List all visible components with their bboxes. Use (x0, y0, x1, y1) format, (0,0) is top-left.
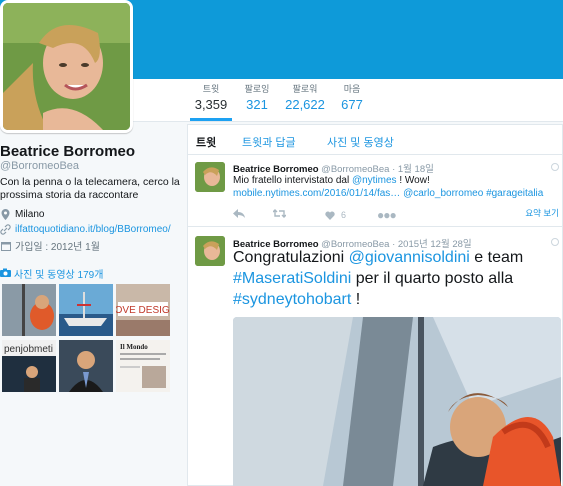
retweet-icon[interactable] (272, 209, 325, 221)
thumb-caption: LOVE DESIGN (116, 305, 170, 316)
profile-name[interactable]: Beatrice Borromeo (0, 143, 135, 160)
tweet-mention[interactable]: @nytimes (352, 175, 397, 186)
thumb-caption: Il Mondo (120, 343, 148, 351)
photo-thumb[interactable]: LOVE DESIGN (116, 284, 170, 336)
more-icon[interactable]: ●●● (377, 208, 397, 222)
camera-icon (0, 268, 11, 280)
tweet-mention[interactable]: @giovannisoldini (349, 249, 470, 266)
tab-photos-videos[interactable]: 사진 및 동영상 (327, 134, 394, 150)
profile-location: Milano (0, 209, 44, 220)
thumb-caption: penjobmeti (4, 344, 53, 355)
profile-joined: 가입일 : 2012년 1월 (0, 238, 100, 253)
tab-tweets-replies[interactable]: 트윗과 답글 (242, 134, 296, 150)
stat-following[interactable]: 팔로잉 321 (240, 84, 274, 121)
calendar-icon (0, 240, 11, 251)
tweet-media-video[interactable] (233, 317, 561, 486)
timeline-tabs: 트윗 트윗과 답글 사진 및 동영상 (187, 124, 563, 155)
stat-likes[interactable]: 마음 677 (338, 84, 366, 121)
photo-thumb[interactable] (59, 284, 113, 336)
profile-handle[interactable]: @BorromeoBea (0, 160, 79, 172)
tweet-menu-icon[interactable] (551, 163, 559, 171)
tweet-text-line: #MaseratiSoldini per il quarto posto all… (233, 270, 514, 287)
tweet[interactable]: Beatrice Borromeo @BorromeoBea · 2015년 1… (187, 228, 563, 486)
photo-thumb[interactable]: Il Mondo (116, 340, 170, 392)
like-button[interactable]: 6 (325, 210, 377, 220)
map-pin-icon (0, 209, 11, 220)
tweet-header: Beatrice Borromeo @BorromeoBea · 1월 18일 (233, 161, 434, 175)
tweet[interactable]: Beatrice Borromeo @BorromeoBea · 1월 18일 … (187, 155, 563, 227)
tweet-hashtag[interactable]: #sydneytohobart (233, 291, 351, 308)
tweet-link[interactable]: mobile.nytimes.com/2016/01/14/fas… (233, 188, 400, 199)
photo-thumb[interactable] (2, 284, 56, 336)
tweet-avatar[interactable] (195, 236, 225, 266)
profile-bio: Con la penna o la telecamera, cerco la p… (0, 176, 180, 201)
stat-tweets[interactable]: 트윗 3,359 (190, 84, 232, 121)
tweet-mention[interactable]: @carlo_borromeo (403, 188, 483, 199)
tweet-text-line: mobile.nytimes.com/2016/01/14/fas… @carl… (233, 187, 543, 200)
tweet-text-line: Mio fratello intervistato dal @nytimes !… (233, 175, 430, 186)
tweet-menu-icon[interactable] (551, 238, 559, 246)
like-count: 6 (341, 210, 347, 220)
tweet-actions: 6 ●●● (233, 208, 397, 222)
avatar-photo (3, 3, 130, 130)
tweet-avatar[interactable] (195, 162, 225, 192)
link-icon (0, 224, 11, 235)
profile-website[interactable]: ilfattoquotidiano.it/blog/BBorromeo/ (0, 224, 171, 235)
tweet-hashtag[interactable]: #garageitalia (486, 188, 543, 199)
tweet-hashtag[interactable]: #MaseratiSoldini (233, 270, 351, 287)
photo-thumb[interactable] (59, 340, 113, 392)
profile-avatar[interactable] (0, 0, 133, 133)
tab-tweets[interactable]: 트윗 (196, 134, 216, 150)
tweet-text-line: Congratulazioni @giovannisoldini e team (233, 249, 524, 266)
tweet-text-line: #sydneytohobart ! (233, 291, 361, 308)
reply-icon[interactable] (233, 209, 273, 221)
view-summary-link[interactable]: 요약 보기 (525, 207, 559, 219)
stat-followers[interactable]: 팔로워 22,622 (282, 84, 328, 121)
photo-thumb[interactable]: penjobmeti (2, 340, 56, 392)
heart-icon (325, 211, 335, 220)
photos-videos-link[interactable]: 사진 및 동영상 179개 (0, 266, 103, 281)
